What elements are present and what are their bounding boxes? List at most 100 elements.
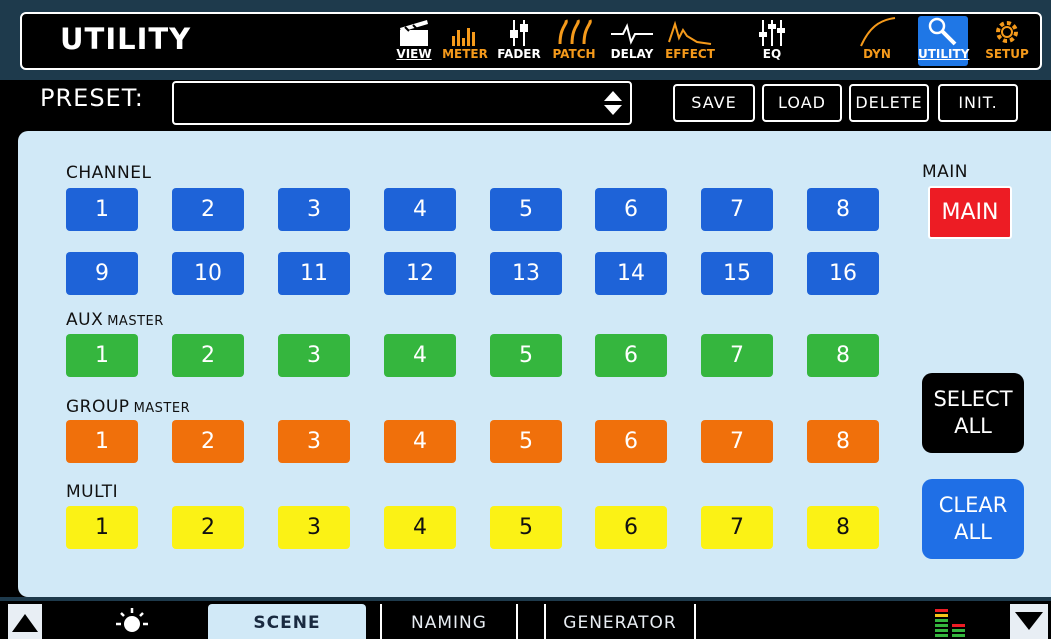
multi-button-2[interactable]: 2 [172, 506, 244, 549]
nav-effect-label: EFFECT [665, 47, 715, 61]
bottom-bar [0, 597, 1051, 639]
aux-button-3[interactable]: 3 [278, 334, 350, 377]
aux-button-1[interactable]: 1 [66, 334, 138, 377]
aux-button-7[interactable]: 7 [701, 334, 773, 377]
scroll-up-button[interactable] [8, 604, 42, 639]
channel-button-row2-8[interactable]: 16 [807, 252, 879, 295]
multi-button-3[interactable]: 3 [278, 506, 350, 549]
main-panel: CHANNEL 12345678 9 10 11 12 13 14 15 16 AUX MAST… [18, 131, 1051, 597]
channel-button-5[interactable]: 5 [490, 188, 562, 231]
channel-label: CHANNEL [66, 163, 152, 183]
nav-eq[interactable]: EQ [752, 16, 792, 66]
multi-button-4[interactable]: 4 [384, 506, 456, 549]
channel-button-2[interactable]: 2 [172, 188, 244, 231]
tab-generator[interactable]: GENERATOR [544, 604, 696, 639]
nav-eq-label: EQ [762, 47, 782, 61]
clapperboard-icon [400, 20, 428, 46]
main-section-label: MAIN [922, 162, 969, 182]
group-button-4[interactable]: 4 [384, 420, 456, 463]
page-title: UTILITY [60, 22, 192, 56]
group-button-7[interactable]: 7 [701, 420, 773, 463]
select-all-line2: ALL [954, 414, 992, 438]
nav-meter[interactable]: METER [442, 16, 488, 66]
load-button[interactable]: LOAD [762, 84, 842, 122]
header-bar: UTILITY VIEW METER FADER PATCH DELAY EFF… [0, 0, 1051, 80]
group-button-3[interactable]: 3 [278, 420, 350, 463]
channel-button-7[interactable]: 7 [701, 188, 773, 231]
main-button[interactable]: MAIN [928, 186, 1012, 239]
multi-button-6[interactable]: 6 [595, 506, 667, 549]
group-sublabel: MASTER [133, 401, 191, 416]
group-button-2[interactable]: 2 [172, 420, 244, 463]
eq-sliders-icon [759, 20, 785, 46]
nav-patch[interactable]: PATCH [548, 16, 600, 66]
group-button-5[interactable]: 5 [490, 420, 562, 463]
fader-icon [510, 20, 528, 46]
scroll-down-button[interactable] [1010, 604, 1048, 639]
channel-button-row2-7[interactable]: 15 [701, 252, 773, 295]
channel-button-row2-5[interactable]: 13 [490, 252, 562, 295]
multi-button-5[interactable]: 5 [490, 506, 562, 549]
multi-button-8[interactable]: 8 [807, 506, 879, 549]
multi-label: MULTI [66, 482, 119, 502]
bottom-bar-inner [0, 601, 1051, 639]
delete-button[interactable]: DELETE [849, 84, 929, 122]
nav-meter-label: METER [442, 47, 488, 61]
aux-button-6[interactable]: 6 [595, 334, 667, 377]
clear-all-line2: ALL [954, 520, 992, 544]
save-button[interactable]: SAVE [673, 84, 755, 122]
group-button-6[interactable]: 6 [595, 420, 667, 463]
aux-button-4[interactable]: 4 [384, 334, 456, 377]
channel-button-row2-6[interactable]: 14 [595, 252, 667, 295]
channel-button-3[interactable]: 3 [278, 188, 350, 231]
clear-all-button[interactable]: CLEAR ALL [922, 479, 1024, 559]
aux-button-5[interactable]: 5 [490, 334, 562, 377]
scroll-down-arrow-icon [1015, 612, 1043, 630]
select-all-line1: SELECT [933, 387, 1013, 411]
nav-effect[interactable]: EFFECT [660, 16, 720, 66]
preset-field[interactable] [172, 81, 632, 125]
utility-screen: UTILITY VIEW METER FADER PATCH DELAY EFF… [0, 0, 1051, 639]
delay-wave-icon [611, 23, 653, 45]
nav-delay-label: DELAY [610, 47, 654, 61]
aux-sublabel: MASTER [107, 314, 164, 329]
channel-button-4[interactable]: 4 [384, 188, 456, 231]
preset-stepper-icon[interactable] [602, 89, 624, 117]
nav-setup-label: SETUP [985, 47, 1029, 61]
channel-button-1[interactable]: 1 [66, 188, 138, 231]
tab-scene[interactable]: SCENE [208, 604, 366, 639]
nav-view[interactable]: VIEW [394, 16, 434, 66]
channel-button-6[interactable]: 6 [595, 188, 667, 231]
init-button[interactable]: INIT. [938, 84, 1018, 122]
nav-fader[interactable]: FADER [494, 16, 544, 66]
tab-naming[interactable]: NAMING [380, 604, 518, 639]
channel-button-row2-3[interactable]: 11 [278, 252, 350, 295]
level-meter [935, 607, 967, 639]
aux-button-8[interactable]: 8 [807, 334, 879, 377]
group-master-label: GROUP MASTER [66, 397, 190, 417]
group-button-1[interactable]: 1 [66, 420, 138, 463]
dynamics-curve-icon [860, 17, 896, 47]
channel-button-row2-1[interactable]: 9 [66, 252, 138, 295]
nav-dyn[interactable]: DYN [852, 16, 902, 66]
scroll-up-arrow-icon [12, 614, 38, 632]
nav-setup[interactable]: SETUP [978, 16, 1036, 66]
multi-button-1[interactable]: 1 [66, 506, 138, 549]
nav-fader-label: FADER [497, 47, 541, 61]
aux-button-2[interactable]: 2 [172, 334, 244, 377]
group-button-8[interactable]: 8 [807, 420, 879, 463]
effect-wave-icon [668, 20, 712, 45]
aux-master-label: AUX MASTER [66, 310, 164, 330]
channel-button-row2-4[interactable]: 12 [384, 252, 456, 295]
aux-label: AUX [66, 310, 104, 330]
channel-button-8[interactable]: 8 [807, 188, 879, 231]
multi-button-7[interactable]: 7 [701, 506, 773, 549]
nav-delay[interactable]: DELAY [606, 16, 658, 66]
brightness-button[interactable] [112, 604, 152, 639]
patch-cable-icon [558, 19, 592, 45]
nav-view-label: VIEW [396, 47, 432, 61]
select-all-button[interactable]: SELECT ALL [922, 373, 1024, 453]
nav-utility[interactable]: UTILITY [918, 16, 969, 66]
channel-button-row2-2[interactable]: 10 [172, 252, 244, 295]
wrench-icon [928, 17, 957, 46]
